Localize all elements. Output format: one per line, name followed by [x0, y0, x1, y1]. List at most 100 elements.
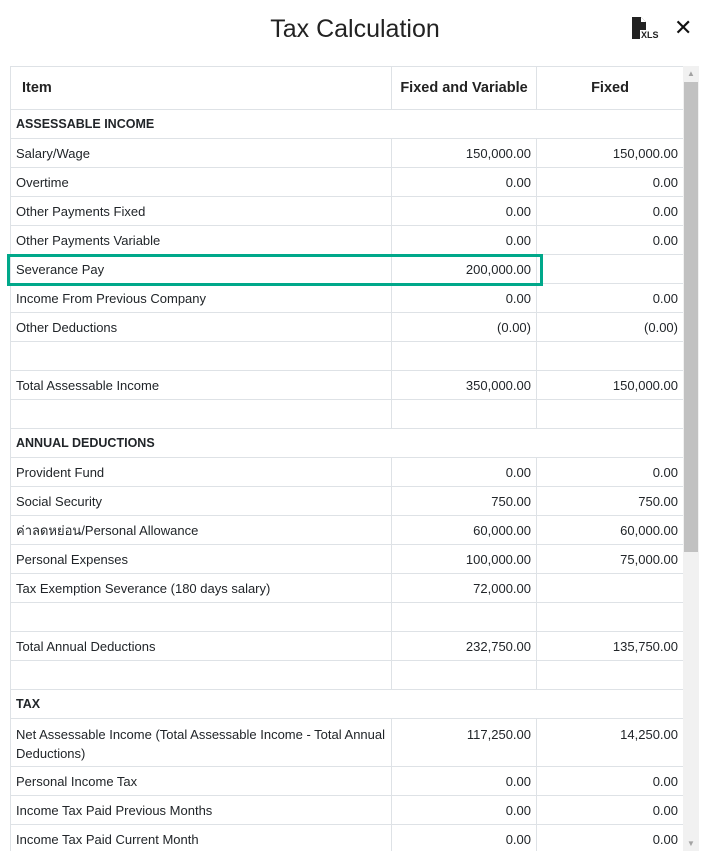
table-row: Overtime 0.00 0.00 [10, 167, 683, 197]
dialog-title: Tax Calculation [270, 15, 440, 43]
row-label: ค่าลดหย่อน/Personal Allowance [10, 515, 392, 545]
fixed-value: 135,750.00 [536, 631, 683, 661]
blank-row [10, 341, 683, 371]
fixed-value: 150,000.00 [536, 370, 683, 400]
row-label: Other Payments Fixed [10, 196, 392, 226]
fixed-variable-value: 60,000.00 [391, 515, 537, 545]
table-row: ค่าลดหย่อน/Personal Allowance 60,000.00 60… [10, 515, 683, 545]
fixed-value [536, 602, 683, 632]
row-label: Income Tax Paid Current Month [10, 824, 392, 851]
row-label: Net Assessable Income (Total Assessable … [10, 718, 392, 767]
fixed-value: 0.00 [536, 167, 683, 197]
scroll-up-icon[interactable]: ▲ [687, 69, 695, 78]
column-header-item: Item [10, 66, 392, 110]
fixed-variable-value: 72,000.00 [391, 573, 537, 603]
row-label: Income From Previous Company [10, 283, 392, 313]
fixed-variable-value [391, 660, 537, 690]
fixed-value: 14,250.00 [536, 718, 683, 767]
fixed-value: (0.00) [536, 312, 683, 342]
row-label: Overtime [10, 167, 392, 197]
table-row: Other Payments Variable 0.00 0.00 [10, 225, 683, 255]
fixed-variable-value: 0.00 [391, 824, 537, 851]
column-header-fixed: Fixed [536, 66, 683, 110]
table-row: Other Payments Fixed 0.00 0.00 [10, 196, 683, 226]
blank-row [10, 602, 683, 632]
table-row: Other Deductions (0.00) (0.00) [10, 312, 683, 342]
table-row: Total Annual Deductions 232,750.00 135,750… [10, 631, 683, 661]
fixed-variable-value [391, 341, 537, 371]
row-label: Personal Income Tax [10, 766, 392, 796]
fixed-variable-value: 0.00 [391, 795, 537, 825]
table-row: Personal Income Tax 0.00 0.00 [10, 766, 683, 796]
row-label: Personal Expenses [10, 544, 392, 574]
row-label: Income Tax Paid Previous Months [10, 795, 392, 825]
fixed-variable-value: 350,000.00 [391, 370, 537, 400]
section-title: ANNUAL DEDUCTIONS [10, 428, 683, 458]
table-row: Net Assessable Income (Total Assessable … [10, 718, 683, 767]
fixed-value: 0.00 [536, 824, 683, 851]
scroll-down-icon[interactable]: ▼ [687, 839, 695, 848]
fixed-variable-value: 0.00 [391, 167, 537, 197]
table-row: Income Tax Paid Current Month 0.00 0.00 [10, 824, 683, 851]
fixed-value [536, 254, 683, 284]
fixed-value: 0.00 [536, 766, 683, 796]
row-label: Social Security [10, 486, 392, 516]
fixed-value [536, 660, 683, 690]
fixed-value: 60,000.00 [536, 515, 683, 545]
fixed-variable-value: 200,000.00 [391, 254, 537, 284]
fixed-value: 75,000.00 [536, 544, 683, 574]
blank-row [10, 399, 683, 429]
table-row: Social Security 750.00 750.00 [10, 486, 683, 516]
row-label: Other Deductions [10, 312, 392, 342]
fixed-variable-value: 0.00 [391, 225, 537, 255]
table-row: Salary/Wage 150,000.00 150,000.00 [10, 138, 683, 168]
fixed-value: 0.00 [536, 457, 683, 487]
fixed-variable-value: (0.00) [391, 312, 537, 342]
table-row: Income Tax Paid Previous Months 0.00 0.00 [10, 795, 683, 825]
fixed-value: 0.00 [536, 225, 683, 255]
fixed-value: 750.00 [536, 486, 683, 516]
close-icon[interactable]: ✕ [674, 15, 692, 41]
fixed-value [536, 573, 683, 603]
table-row: Income From Previous Company 0.00 0.00 [10, 283, 683, 313]
section-row: TAX [10, 689, 683, 719]
fixed-value: 0.00 [536, 795, 683, 825]
fixed-variable-value: 0.00 [391, 766, 537, 796]
row-label [10, 399, 392, 429]
fixed-value: 0.00 [536, 196, 683, 226]
export-xls-button[interactable]: XLS [631, 17, 660, 41]
row-label: Total Annual Deductions [10, 631, 392, 661]
table-row: Severance Pay 200,000.00 [10, 254, 683, 284]
row-label [10, 341, 392, 371]
row-label [10, 660, 392, 690]
tax-table: Item Fixed and Variable Fixed ASSESSABLE… [10, 66, 683, 851]
fixed-value [536, 399, 683, 429]
fixed-variable-value: 750.00 [391, 486, 537, 516]
fixed-variable-value: 150,000.00 [391, 138, 537, 168]
row-label: Tax Exemption Severance (180 days salary… [10, 573, 392, 603]
tax-table-container: Item Fixed and Variable Fixed ASSESSABLE… [10, 66, 683, 851]
scrollbar-thumb[interactable] [684, 82, 698, 552]
column-header-fixed-variable: Fixed and Variable [391, 66, 537, 110]
section-row: ANNUAL DEDUCTIONS [10, 428, 683, 458]
row-label [10, 602, 392, 632]
section-title: ASSESSABLE INCOME [10, 109, 683, 139]
fixed-variable-value: 0.00 [391, 457, 537, 487]
fixed-variable-value: 0.00 [391, 283, 537, 313]
blank-row [10, 660, 683, 690]
section-title: TAX [10, 689, 683, 719]
xls-label: XLS [640, 30, 660, 40]
section-row: ASSESSABLE INCOME [10, 109, 683, 139]
table-row: Personal Expenses 100,000.00 75,000.00 [10, 544, 683, 574]
fixed-value: 0.00 [536, 283, 683, 313]
table-row: Total Assessable Income 350,000.00 150,000… [10, 370, 683, 400]
row-label: Provident Fund [10, 457, 392, 487]
table-row: Provident Fund 0.00 0.00 [10, 457, 683, 487]
fixed-value [536, 341, 683, 371]
fixed-variable-value [391, 602, 537, 632]
row-label: Severance Pay [10, 254, 392, 284]
scrollbar[interactable]: ▲ ▼ [683, 66, 699, 851]
row-label: Salary/Wage [10, 138, 392, 168]
table-row: Tax Exemption Severance (180 days salary… [10, 573, 683, 603]
row-label: Total Assessable Income [10, 370, 392, 400]
